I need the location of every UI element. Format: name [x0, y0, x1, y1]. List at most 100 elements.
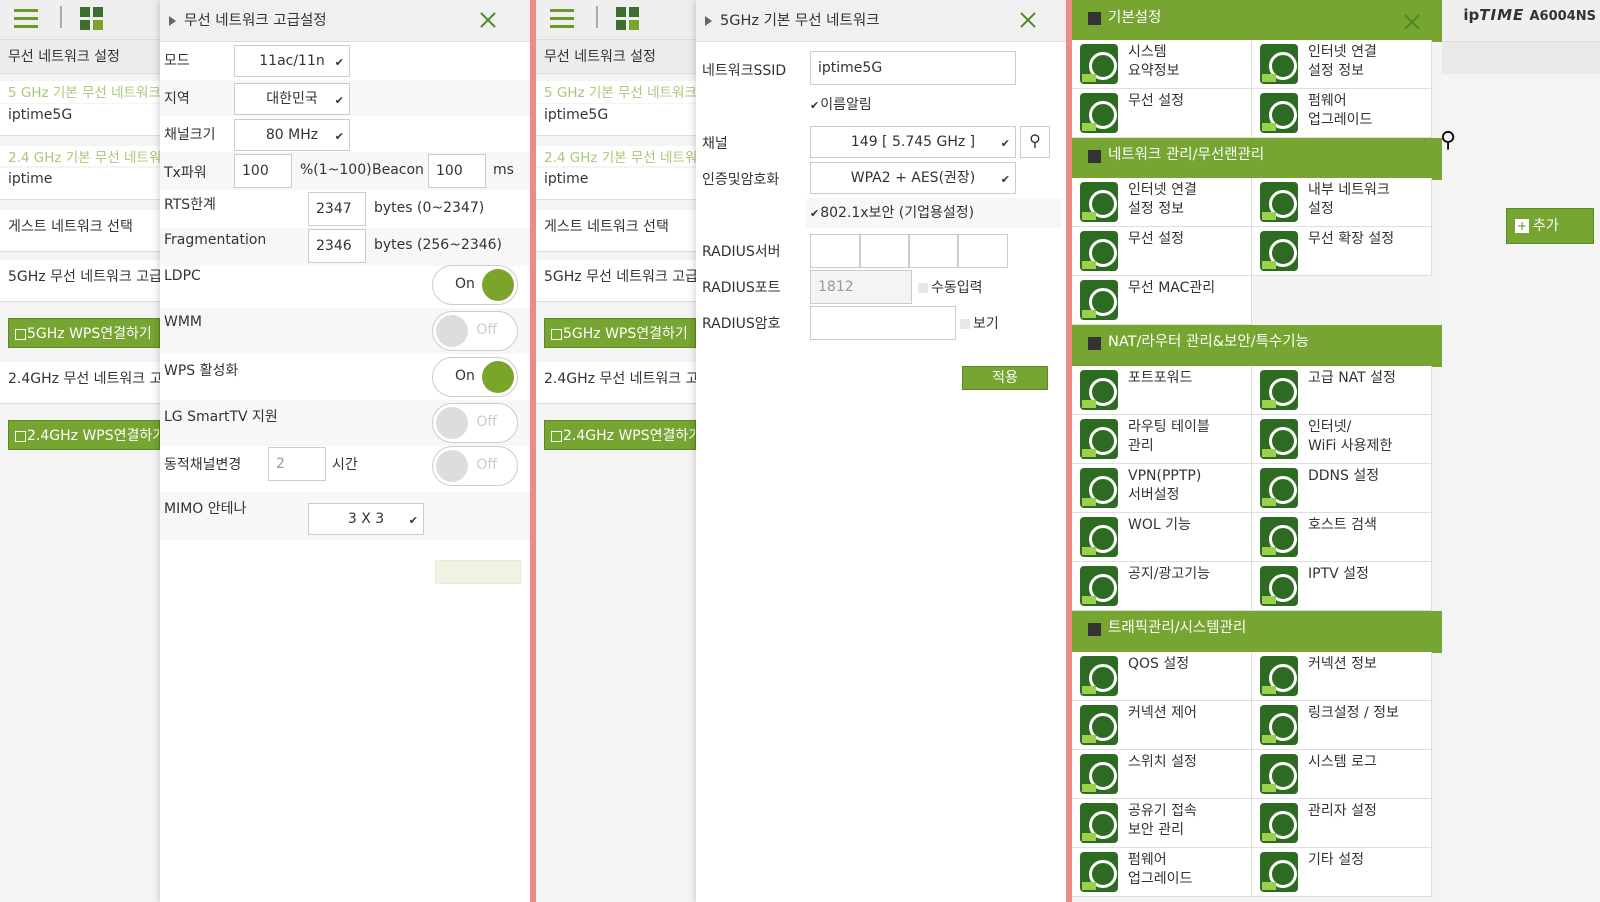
menu-item[interactable]: 호스트 검색 — [1252, 513, 1432, 562]
menu-item[interactable]: 시스템 로그 — [1252, 750, 1432, 799]
list-item[interactable]: 5GHz 무선 네트워크 고급설정 — [536, 260, 696, 302]
menu-item-icon — [1080, 852, 1118, 892]
list-item[interactable]: 2.4 GHz 기본 무선 네트워크 — [536, 146, 696, 166]
add-button[interactable]: + 추가 — [1506, 208, 1594, 244]
search-icon[interactable]: ⚲ — [1440, 128, 1456, 153]
menu-item[interactable]: 링크설정 / 정보 — [1252, 701, 1432, 750]
menu-item[interactable]: 스위치 설정 — [1072, 750, 1252, 799]
dynamic-channel-input[interactable]: 2 — [268, 447, 326, 481]
channel-select[interactable]: 149 [ 5.745 GHz ] — [810, 126, 1016, 159]
radius-ip-1[interactable] — [810, 234, 860, 268]
hamburger-menu-icon[interactable] — [550, 9, 574, 29]
list-item[interactable]: 게스트 네트워크 선택 — [0, 210, 160, 252]
list-item[interactable]: 5 GHz 기본 무선 네트워크 — [536, 81, 696, 103]
fragmentation-input[interactable]: 2346 — [308, 229, 366, 263]
list-item[interactable]: 2.4GHz 무선 네트워크 고급설정 — [0, 362, 160, 404]
wps-toggle[interactable]: On — [432, 357, 518, 397]
radius-password-input[interactable] — [810, 306, 956, 340]
menu-item[interactable]: 무선 MAC관리 — [1072, 276, 1252, 325]
pane-menu: ipTIME A6004NS ⚲ + 추가 기본설정 시스템 요약정보 인터넷 연결 … — [1072, 0, 1600, 902]
manual-input-checkbox[interactable]: 수동입력 — [918, 277, 983, 297]
close-icon[interactable] — [478, 10, 498, 30]
menu-item-icon — [1080, 419, 1118, 459]
menu-item[interactable]: 무선 설정 — [1072, 227, 1252, 276]
radius-port-input[interactable]: 1812 — [810, 270, 912, 304]
list-item[interactable]: 5 GHz 기본 무선 네트워크 — [0, 81, 160, 103]
menu-item[interactable]: WOL 기능 — [1072, 513, 1252, 562]
beacon-input[interactable]: 100 — [428, 154, 486, 188]
channel-width-select[interactable]: 80 MHz — [234, 119, 350, 152]
menu-item-icon — [1080, 231, 1118, 271]
dynamic-channel-label: 동적채널변경 — [164, 457, 242, 473]
wps-24g-button[interactable]: 2.4GHz WPS연결하기 — [8, 420, 160, 450]
radius-ip-3[interactable] — [909, 234, 958, 268]
ssid-label: 네트워크SSID — [702, 63, 787, 79]
menu-item-icon — [1080, 468, 1118, 508]
dynamic-channel-toggle[interactable]: Off — [432, 446, 518, 486]
menu-item[interactable]: 인터넷 연결 설정 정보 — [1252, 40, 1432, 89]
menu-item[interactable]: 공유기 접속 보안 관리 — [1072, 799, 1252, 848]
tx-power-input[interactable]: 100 — [234, 154, 292, 188]
hamburger-menu-icon[interactable] — [14, 9, 38, 29]
menu-item[interactable]: 무선 확장 설정 — [1252, 227, 1432, 276]
grid-view-icon[interactable] — [80, 7, 104, 31]
mode-select[interactable]: 11ac/11n — [234, 45, 350, 78]
menu-item[interactable]: IPTV 설정 — [1252, 562, 1432, 611]
show-password-checkbox[interactable]: 보기 — [960, 313, 999, 333]
menu-item[interactable]: 기타 설정 — [1252, 848, 1432, 897]
list-item[interactable]: 5GHz 무선 네트워크 고급설정 — [0, 260, 160, 302]
tx-power-label: Tx파워 — [164, 165, 207, 181]
wmm-toggle[interactable]: Off — [432, 311, 518, 351]
menu-item-label: 인터넷/ WiFi 사용제한 — [1308, 419, 1393, 454]
broadcast-checkbox[interactable]: 이름알림 — [810, 94, 872, 114]
menu-item-label: 공유기 접속 보안 관리 — [1128, 803, 1197, 838]
menu-item[interactable]: 포트포워드 — [1072, 366, 1252, 415]
radius-ip-4[interactable] — [958, 234, 1008, 268]
close-icon[interactable] — [1018, 10, 1038, 30]
grid-view-icon[interactable] — [616, 7, 640, 31]
radius-ip-2[interactable] — [860, 234, 909, 268]
menu-item[interactable]: 펌웨어 업그레이드 — [1072, 848, 1252, 897]
menu-item[interactable]: 라우팅 테이블 관리 — [1072, 415, 1252, 464]
menu-item[interactable]: 시스템 요약정보 — [1072, 40, 1252, 89]
menu-item[interactable]: 내부 네트워크 설정 — [1252, 178, 1432, 227]
list-item[interactable]: iptime5G — [0, 104, 160, 136]
ssid-input[interactable]: iptime5G — [810, 51, 1016, 85]
list-item[interactable]: iptime — [0, 168, 160, 200]
auth-select[interactable]: WPA2 + AES(권장) — [810, 162, 1016, 195]
ldpc-toggle[interactable]: On — [432, 265, 518, 305]
menu-item-icon — [1260, 182, 1298, 222]
wps-5g-button[interactable]: 5GHz WPS연결하기 — [544, 318, 696, 348]
menu-item[interactable]: 고급 NAT 설정 — [1252, 366, 1432, 415]
lg-smarttv-toggle[interactable]: Off — [432, 403, 518, 443]
region-select[interactable]: 대한민국 — [234, 83, 350, 116]
list-item[interactable]: iptime5G — [536, 104, 696, 136]
menu-item[interactable]: 인터넷 연결 설정 정보 — [1072, 178, 1252, 227]
rts-input[interactable]: 2347 — [308, 192, 366, 226]
menu-item[interactable]: 인터넷/ WiFi 사용제한 — [1252, 415, 1432, 464]
menu-item[interactable]: 무선 설정 — [1072, 89, 1252, 138]
apply-button-disabled[interactable] — [435, 560, 521, 584]
menu-item[interactable]: DDNS 설정 — [1252, 464, 1432, 513]
close-icon[interactable] — [1402, 12, 1422, 32]
mimo-select[interactable]: 3 X 3 — [308, 503, 424, 536]
apply-button[interactable]: 적용 — [962, 366, 1048, 390]
menu-item[interactable]: 공지/광고기능 — [1072, 562, 1252, 611]
wps-24g-button[interactable]: 2.4GHz WPS연결하기 — [544, 420, 696, 450]
menu-item[interactable]: 커넥션 제어 — [1072, 701, 1252, 750]
wps-5g-button[interactable]: 5GHz WPS연결하기 — [8, 318, 160, 348]
background-list: 무선 네트워크 설정 5 GHz 기본 무선 네트워크 iptime5G 2.4… — [536, 0, 696, 902]
menu-item-label: 라우팅 테이블 관리 — [1128, 419, 1210, 454]
list-item[interactable]: iptime — [536, 168, 696, 200]
channel-search-button[interactable]: ⚲ — [1020, 126, 1050, 158]
menu-item[interactable]: VPN(PPTP) 서버설정 — [1072, 464, 1252, 513]
menu-item[interactable]: QOS 설정 — [1072, 652, 1252, 701]
dot1x-checkbox[interactable]: 802.1x보안 (기업용설정) — [810, 202, 974, 222]
menu-item[interactable]: 관리자 설정 — [1252, 799, 1432, 848]
menu-item[interactable]: 커넥션 정보 — [1252, 652, 1432, 701]
menu-item[interactable]: 펌웨어 업그레이드 — [1252, 89, 1432, 138]
list-item[interactable]: 2.4 GHz 기본 무선 네트워크 — [0, 146, 160, 166]
list-item[interactable]: 게스트 네트워크 선택 — [536, 210, 696, 252]
top-toolbar — [0, 0, 160, 40]
list-item[interactable]: 2.4GHz 무선 네트워크 고급설정 — [536, 362, 696, 404]
